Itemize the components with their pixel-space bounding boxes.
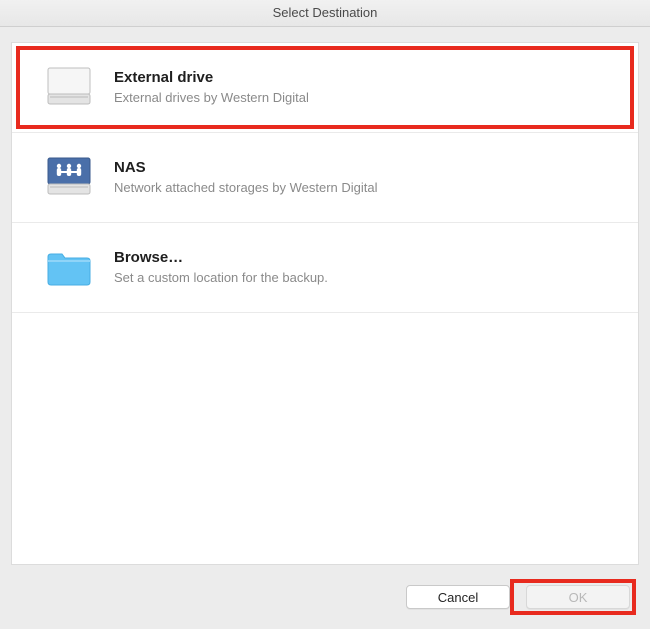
destination-list: External drive External drives by Wester… <box>12 43 638 313</box>
option-text: Browse… Set a custom location for the ba… <box>114 248 328 287</box>
dialog-button-bar: Cancel OK <box>0 565 650 629</box>
option-nas[interactable]: NAS Network attached storages by Western… <box>12 133 638 223</box>
option-text: NAS Network attached storages by Western… <box>114 158 378 197</box>
option-title: Browse… <box>114 248 328 268</box>
option-title: NAS <box>114 158 378 178</box>
destination-list-container: External drive External drives by Wester… <box>11 42 639 565</box>
option-external-drive[interactable]: External drive External drives by Wester… <box>12 43 638 133</box>
option-title: External drive <box>114 68 309 88</box>
folder-icon <box>44 243 94 293</box>
option-subtitle: Set a custom location for the backup. <box>114 269 328 287</box>
nas-drive-icon <box>44 153 94 203</box>
external-drive-icon <box>44 63 94 113</box>
option-text: External drive External drives by Wester… <box>114 68 309 107</box>
option-subtitle: External drives by Western Digital <box>114 89 309 107</box>
ok-button-highlight: OK <box>510 579 636 615</box>
ok-button[interactable]: OK <box>526 585 630 609</box>
option-browse[interactable]: Browse… Set a custom location for the ba… <box>12 223 638 313</box>
option-subtitle: Network attached storages by Western Dig… <box>114 179 378 197</box>
cancel-button[interactable]: Cancel <box>406 585 510 609</box>
dialog-title: Select Destination <box>0 0 650 27</box>
select-destination-dialog: Select Destination External drive Extern… <box>0 0 650 629</box>
